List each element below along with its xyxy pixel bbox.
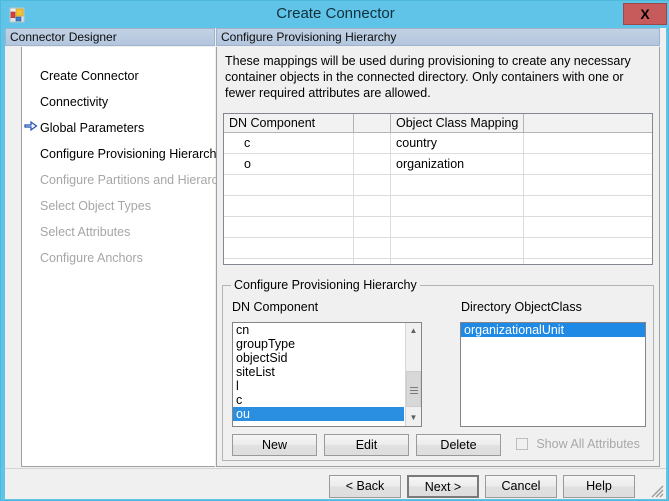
cell-empty <box>524 175 652 195</box>
scrollbar-thumb[interactable] <box>406 371 421 407</box>
scroll-up-icon[interactable]: ▲ <box>406 323 421 339</box>
delete-button[interactable]: Delete <box>416 434 501 456</box>
connector-designer-pane: Connector Designer Create Connector Conn… <box>5 28 241 468</box>
directory-objectclass-list-items: organizationalUnit <box>461 323 645 337</box>
cell-object-class-mapping: country <box>391 133 524 153</box>
cell-empty <box>224 238 354 258</box>
list-item[interactable]: l <box>233 379 404 393</box>
next-button[interactable]: Next > <box>407 475 479 498</box>
table-row[interactable]: c country <box>224 133 652 154</box>
dn-component-scrollbar[interactable]: ▲ ▼ <box>405 323 421 426</box>
dialog-button-bar: < Back Next > Cancel Help <box>5 468 666 499</box>
list-item[interactable]: groupType <box>233 337 404 351</box>
wizard-step-list: Create Connector Connectivity Global Par… <box>21 47 241 467</box>
sidebar-item-select-attributes: Select Attributes <box>40 225 131 239</box>
sidebar-item-configure-partitions-and-hierarchies: Configure Partitions and Hierarchies <box>40 173 241 187</box>
grid-header-row: DN Component Object Class Mapping <box>224 114 652 133</box>
help-button[interactable]: Help <box>563 475 635 498</box>
cell-empty <box>524 238 652 258</box>
title-bar: Create Connector X <box>1 1 669 28</box>
cell-empty <box>524 217 652 237</box>
right-pane-body: These mappings will be used during provi… <box>216 47 660 467</box>
cell-empty <box>224 217 354 237</box>
back-button[interactable]: < Back <box>329 475 401 498</box>
description-text: These mappings will be used during provi… <box>225 54 631 100</box>
groupbox-title: Configure Provisioning Hierarchy <box>231 278 420 292</box>
mapping-grid[interactable]: DN Component Object Class Mapping c coun… <box>223 113 653 265</box>
cell-empty <box>391 238 524 258</box>
cell-empty <box>391 217 524 237</box>
create-connector-window: Create Connector X Connector Designer Cr… <box>0 0 669 501</box>
cell-empty <box>391 259 524 264</box>
cell-dn-component: c <box>224 133 354 153</box>
resize-grip-icon[interactable] <box>650 484 664 498</box>
cell-extra <box>524 154 652 174</box>
cell-empty <box>524 196 652 216</box>
scroll-down-icon[interactable]: ▼ <box>406 410 421 426</box>
close-button[interactable]: X <box>623 3 667 25</box>
cell-spacer <box>354 154 391 174</box>
sidebar-item-configure-provisioning-hierarchy[interactable]: Configure Provisioning Hierarchy <box>40 144 223 164</box>
cell-empty <box>524 259 652 264</box>
cell-empty <box>224 259 354 264</box>
sidebar-item-create-connector[interactable]: Create Connector <box>40 66 139 86</box>
show-all-attributes-checkbox: Show All Attributes <box>516 437 640 451</box>
right-pane-header: Configure Provisioning Hierarchy <box>216 28 660 46</box>
list-item[interactable]: c <box>233 393 404 407</box>
grid-column-header-extra[interactable] <box>524 114 652 132</box>
show-all-attributes-label: Show All Attributes <box>536 437 640 451</box>
dn-component-list-items: cn groupType objectSid siteList l c ou <box>233 323 404 421</box>
cell-empty <box>224 196 354 216</box>
table-row[interactable]: o organization <box>224 154 652 175</box>
directory-objectclass-label: Directory ObjectClass <box>461 300 582 314</box>
cell-empty <box>354 217 391 237</box>
directory-objectclass-listbox[interactable]: organizationalUnit <box>460 322 646 427</box>
list-item[interactable]: objectSid <box>233 351 404 365</box>
list-item-selected[interactable]: ou <box>233 407 404 421</box>
cell-empty <box>391 196 524 216</box>
table-row-empty[interactable] <box>224 259 652 264</box>
list-item[interactable]: cn <box>233 323 404 337</box>
configure-provisioning-hierarchy-pane: Configure Provisioning Hierarchy These m… <box>216 28 666 468</box>
cell-empty <box>391 175 524 195</box>
cell-extra <box>524 133 652 153</box>
table-row-empty[interactable] <box>224 196 652 217</box>
sidebar-item-connectivity[interactable]: Connectivity <box>40 92 108 112</box>
list-item[interactable]: siteList <box>233 365 404 379</box>
configure-provisioning-hierarchy-groupbox: Configure Provisioning Hierarchy DN Comp… <box>222 278 654 461</box>
sidebar-item-configure-anchors: Configure Anchors <box>40 251 143 265</box>
cell-empty <box>354 259 391 264</box>
cancel-button[interactable]: Cancel <box>485 475 557 498</box>
new-button[interactable]: New <box>232 434 317 456</box>
table-row-empty[interactable] <box>224 238 652 259</box>
sidebar-item-global-parameters[interactable]: Global Parameters <box>40 118 144 138</box>
grid-column-header-dn-component[interactable]: DN Component <box>224 114 354 132</box>
grid-column-header-spacer[interactable] <box>354 114 391 132</box>
cell-empty <box>224 175 354 195</box>
window-title: Create Connector <box>276 5 395 22</box>
cell-object-class-mapping: organization <box>391 154 524 174</box>
cell-empty <box>354 175 391 195</box>
left-pane-header: Connector Designer <box>5 28 215 46</box>
cell-empty <box>354 238 391 258</box>
client-area: Connector Designer Create Connector Conn… <box>5 28 666 499</box>
dn-component-label: DN Component <box>232 300 319 314</box>
edit-button[interactable]: Edit <box>324 434 409 456</box>
table-row-empty[interactable] <box>224 175 652 196</box>
checkbox-box <box>516 438 528 450</box>
table-row-empty[interactable] <box>224 217 652 238</box>
cell-empty <box>354 196 391 216</box>
right-arrow-icon <box>24 119 38 133</box>
grid-column-header-object-class-mapping[interactable]: Object Class Mapping <box>391 114 524 132</box>
list-item-selected[interactable]: organizationalUnit <box>461 323 645 337</box>
dn-component-listbox[interactable]: cn groupType objectSid siteList l c ou ▲ <box>232 322 422 427</box>
cell-dn-component: o <box>224 154 354 174</box>
sidebar-item-select-object-types: Select Object Types <box>40 199 151 213</box>
cell-spacer <box>354 133 391 153</box>
